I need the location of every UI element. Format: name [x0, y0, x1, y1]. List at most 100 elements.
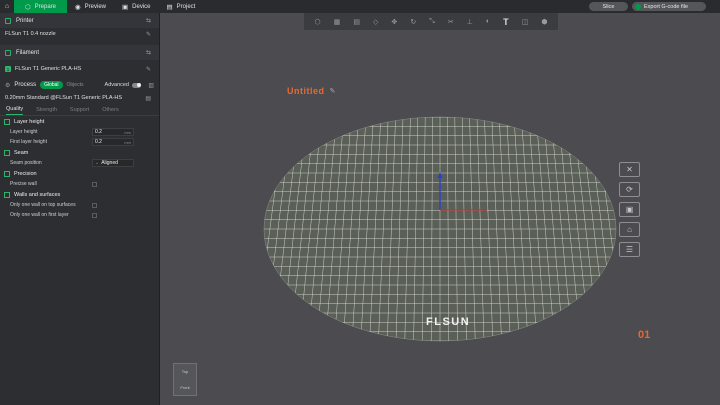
plate-tools: ✕ ⟳ ▣ ⌂ ☰	[619, 162, 641, 257]
filament-value: FLSun T1 Generic PLA-HS	[15, 66, 82, 72]
process-preset-selector[interactable]: 0.20mm Standard @FLSun T1 Generic PLA-HS…	[0, 92, 159, 104]
edit-printer-icon[interactable]: ✎	[146, 31, 151, 38]
printer-section-header: Printer ⇆	[0, 13, 159, 28]
layer-height-input[interactable]: 0.2 mm	[92, 128, 134, 136]
group-precision: Precision	[0, 168, 159, 179]
param-first-layer-height: First layer height 0.2 mm	[0, 137, 159, 147]
home-icon[interactable]: ⌂	[0, 0, 14, 13]
seam-title: Seam	[14, 149, 29, 156]
project-icon: ▤	[166, 3, 173, 11]
precision-icon	[4, 170, 10, 177]
precision-title: Precision	[14, 170, 37, 177]
arrange-plate-icon[interactable]: ▣	[619, 202, 640, 217]
advanced-toggle[interactable]	[132, 82, 141, 88]
export-label: Export G-code file	[644, 3, 689, 10]
device-icon: ▣	[122, 3, 129, 11]
unit-label: mm	[124, 129, 131, 135]
one-wall-first-checkbox[interactable]	[92, 212, 97, 218]
printer-selector[interactable]: FLSun T1 0.4 nozzle ✎	[0, 28, 159, 40]
printer-value: FLSun T1 0.4 nozzle	[5, 31, 56, 37]
chevron-down-icon: ⌄	[95, 160, 100, 166]
save-preset-icon[interactable]: ▤	[145, 95, 151, 102]
settings-panel: Printer ⇆ FLSun T1 0.4 nozzle ✎ Filament…	[0, 13, 160, 405]
tab-preview[interactable]: ◉ Preview	[67, 0, 114, 13]
filament-settings-icon[interactable]: ⇆	[146, 49, 151, 56]
process-tabs: Quality Strength Support Others	[0, 104, 159, 116]
param-precise-wall: Precise wall	[0, 179, 159, 189]
tab-device[interactable]: ▣ Device	[114, 0, 159, 13]
process-settings-icon[interactable]: ▥	[148, 82, 154, 89]
plate-title-text: Untitled	[287, 86, 325, 96]
plate-title: Untitled ✎	[287, 86, 336, 96]
one-wall-top-checkbox[interactable]	[92, 202, 97, 208]
select-value: Aligned	[101, 160, 118, 166]
slice-button[interactable]: Slice	[589, 2, 628, 11]
export-gcode-button[interactable]: Export G-code file	[632, 2, 706, 11]
global-toggle[interactable]: Global	[40, 81, 63, 89]
bed-logo: FLSUN	[426, 316, 470, 328]
advanced-switch[interactable]: Advanced	[105, 82, 141, 88]
delete-plate-icon[interactable]: ✕	[619, 162, 640, 177]
precise-wall-checkbox[interactable]	[92, 181, 97, 187]
tab-project[interactable]: ▤ Project	[159, 0, 204, 13]
process-icon: ⚙	[5, 82, 11, 89]
param-label: Seam position	[10, 160, 42, 166]
advanced-label: Advanced	[104, 82, 129, 88]
param-one-wall-top: Only one wall on top surfaces	[0, 200, 159, 210]
param-label: Only one wall on top surfaces	[10, 202, 76, 208]
param-label: Only one wall on first layer	[10, 212, 69, 218]
cube-top-label: Top	[181, 369, 189, 375]
3d-viewport[interactable]: ⬡ ▦ ▤ ◇ ✥ ↻ ⤡ ✂ ⊥ ◐ T ◫ ⬢ FLSUN Untitled…	[161, 13, 720, 405]
printer-icon	[5, 17, 11, 24]
param-label: Layer height	[10, 129, 38, 135]
seam-icon	[4, 149, 10, 156]
edit-plate-icon[interactable]: ✎	[330, 87, 336, 95]
tab-quality[interactable]: Quality	[6, 106, 24, 115]
walls-icon	[4, 191, 10, 198]
tab-others[interactable]: Others	[102, 107, 119, 115]
action-buttons: Slice Export G-code file	[589, 0, 720, 13]
slice-label: Slice	[602, 3, 615, 10]
filament-title: Filament	[16, 49, 40, 56]
tab-prepare[interactable]: ⬡ Prepare	[14, 0, 67, 13]
filament-selector[interactable]: 1 FLSun T1 Generic PLA-HS ✎	[0, 63, 159, 75]
first-layer-height-input[interactable]: 0.2 mm	[92, 138, 134, 146]
objects-toggle[interactable]: Objects	[67, 82, 84, 88]
group-layer-height: Layer height	[0, 116, 159, 127]
process-title: Process	[14, 82, 37, 88]
cube-front-label: Front	[180, 384, 190, 390]
cube-icon: ⬡	[24, 3, 31, 11]
input-value: 0.2	[95, 129, 102, 135]
input-value: 0.2	[95, 139, 102, 145]
tab-strength[interactable]: Strength	[36, 107, 57, 115]
unit-label: mm	[124, 139, 131, 145]
tab-preview-label: Preview	[84, 3, 107, 10]
edit-filament-icon[interactable]: ✎	[146, 66, 151, 73]
group-walls: Walls and surfaces	[0, 189, 159, 200]
param-label: First layer height	[10, 139, 47, 145]
layer-height-icon	[4, 118, 10, 125]
printer-settings-icon[interactable]: ⇆	[146, 17, 151, 24]
param-label: Precise wall	[10, 181, 37, 187]
group-seam: Seam	[0, 147, 159, 158]
filament-icon	[5, 49, 11, 56]
param-seam-position: Seam position ⌄ Aligned	[0, 158, 159, 168]
tab-prepare-label: Prepare	[34, 3, 57, 10]
eye-icon: ◉	[75, 3, 81, 11]
param-one-wall-first: Only one wall on first layer	[0, 210, 159, 220]
filament-slot-badge: 1	[5, 66, 11, 72]
top-bar: ⌂ ⬡ Prepare ◉ Preview ▣ Device ▤ Project…	[0, 0, 720, 13]
filament-section-header: Filament ⇆	[0, 45, 159, 60]
param-layer-height: Layer height 0.2 mm	[0, 127, 159, 137]
seam-position-select[interactable]: ⌄ Aligned	[92, 159, 134, 167]
tab-device-label: Device	[132, 3, 151, 10]
process-preset-value: 0.20mm Standard @FLSun T1 Generic PLA-HS	[5, 95, 123, 101]
plate-number: 01	[638, 329, 651, 341]
view-cube[interactable]: Top Front	[173, 363, 197, 396]
auto-orient-icon[interactable]: ⟳	[619, 182, 640, 197]
lock-plate-icon[interactable]: ⌂	[619, 222, 640, 237]
plate-settings-icon[interactable]: ☰	[619, 242, 640, 257]
export-status-icon	[635, 3, 641, 10]
layer-height-title: Layer height	[14, 118, 45, 125]
tab-support[interactable]: Support	[70, 107, 89, 115]
